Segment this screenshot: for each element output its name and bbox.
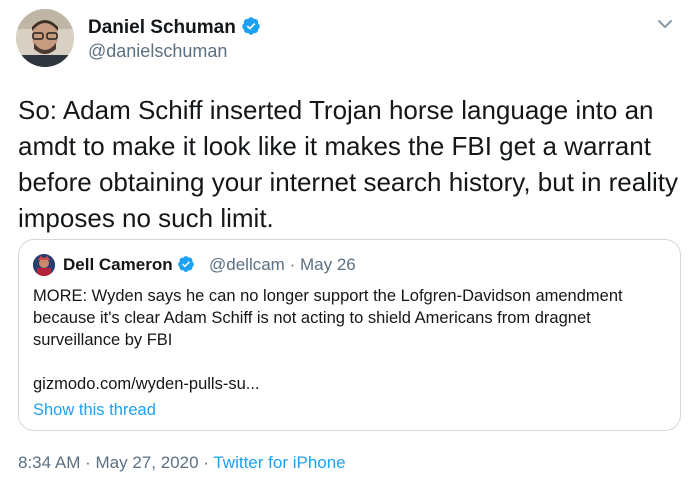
- quoted-tweet-card[interactable]: Dell Cameron @dellcam · May 26 MORE: Wyd…: [18, 239, 681, 431]
- quoted-author-name-row: Dell Cameron: [63, 255, 195, 275]
- tweet-time[interactable]: 8:34 AM: [18, 453, 80, 472]
- verified-badge-icon: [177, 256, 194, 272]
- quoted-author-meta: @dellcam · May 26: [209, 255, 356, 275]
- tweet-date[interactable]: May 27, 2020: [96, 453, 199, 472]
- tweet-text: So: Adam Schiff inserted Trojan horse la…: [18, 95, 678, 233]
- author-name-row[interactable]: Daniel Schuman: [88, 16, 261, 39]
- author-name[interactable]: Daniel Schuman: [88, 17, 236, 38]
- chevron-down-icon[interactable]: [655, 14, 675, 34]
- author-handle[interactable]: @danielschuman: [88, 41, 227, 62]
- tweet-source-link[interactable]: Twitter for iPhone: [213, 453, 345, 472]
- quoted-tweet-text: MORE: Wyden says he can no longer suppor…: [33, 287, 623, 349]
- quoted-author-name: Dell Cameron: [63, 255, 173, 274]
- quoted-date: May 26: [299, 255, 356, 274]
- tweet-meta: 8:34 AM · May 27, 2020 · Twitter for iPh…: [18, 453, 346, 473]
- meta-separator: ·: [85, 453, 91, 472]
- quoted-author-avatar: [33, 254, 55, 276]
- quoted-author-handle: @dellcam: [209, 255, 285, 274]
- verified-badge-icon: [242, 17, 260, 35]
- author-avatar[interactable]: [16, 9, 74, 67]
- quoted-link[interactable]: gizmodo.com/wyden-pulls-su...: [33, 375, 260, 394]
- show-thread-link[interactable]: Show this thread: [33, 401, 156, 420]
- meta-separator: ·: [203, 453, 209, 472]
- meta-separator: ·: [289, 255, 296, 274]
